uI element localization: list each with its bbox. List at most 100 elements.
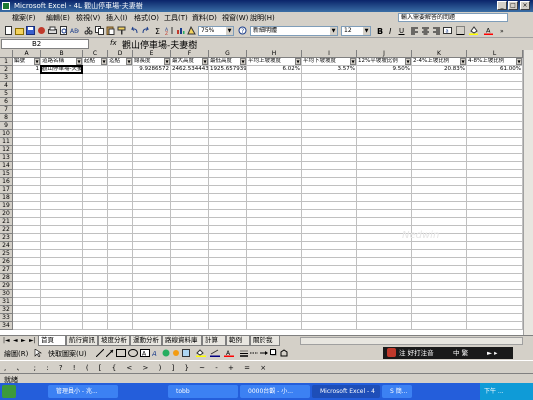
cell-j21[interactable]: [357, 218, 412, 226]
cell-e7[interactable]: [133, 106, 171, 114]
menu-view[interactable]: 檢視(V): [76, 13, 100, 23]
cell-b3[interactable]: [41, 74, 83, 82]
italic-icon[interactable]: I: [386, 26, 395, 35]
cell-d14[interactable]: [108, 162, 133, 170]
cell-h28[interactable]: [247, 274, 302, 282]
fill-color-icon[interactable]: [469, 26, 478, 35]
sheet-tab-1[interactable]: 首頁: [38, 336, 66, 346]
cell-k4[interactable]: [412, 82, 467, 90]
cell-j12[interactable]: [357, 146, 412, 154]
row-header-15[interactable]: 15: [0, 170, 13, 178]
cell-i13[interactable]: [302, 154, 357, 162]
cell-g9[interactable]: [209, 122, 247, 130]
system-tray[interactable]: 下午 ...: [480, 383, 533, 400]
cell-k29[interactable]: [412, 282, 467, 290]
cell-a19[interactable]: [13, 202, 41, 210]
row-header-13[interactable]: 13: [0, 154, 13, 162]
cell-g33[interactable]: [209, 314, 247, 322]
cell-h4[interactable]: [247, 82, 302, 90]
redo-icon[interactable]: [141, 26, 150, 35]
start-button[interactable]: [2, 385, 16, 398]
cell-h8[interactable]: [247, 114, 302, 122]
taskbar-item[interactable]: tobb: [168, 385, 238, 398]
cell-a5[interactable]: [13, 90, 41, 98]
cell-d2[interactable]: [108, 66, 133, 74]
cell-e32[interactable]: [133, 306, 171, 314]
cell-h17[interactable]: [247, 186, 302, 194]
cell-k17[interactable]: [412, 186, 467, 194]
save-icon[interactable]: [26, 26, 35, 35]
cell-e12[interactable]: [133, 146, 171, 154]
cell-h22[interactable]: [247, 226, 302, 234]
cell-c32[interactable]: [83, 306, 108, 314]
merge-center-icon[interactable]: a: [443, 26, 452, 35]
row-header-26[interactable]: 26: [0, 258, 13, 266]
cell-b27[interactable]: [41, 266, 83, 274]
cell-j6[interactable]: [357, 98, 412, 106]
cell-g2[interactable]: 1925.657939: [209, 66, 247, 74]
worksheet-grid[interactable]: A B C D E F G H I J K L 1 編號 ▼ 道路名稱 ▼ 起點 ▼ 迄點 ▼ 總長度 ▼ 最大高度 ▼ 最低高度…: [0, 50, 523, 335]
line-icon[interactable]: [96, 349, 104, 357]
cell-a33[interactable]: [13, 314, 41, 322]
cell-b28[interactable]: [41, 274, 83, 282]
cell-g22[interactable]: [209, 226, 247, 234]
cell-g26[interactable]: [209, 258, 247, 266]
cell-k26[interactable]: [412, 258, 467, 266]
cell-i9[interactable]: [302, 122, 357, 130]
taskbar-item[interactable]: 管理員小 - 兆...: [48, 385, 118, 398]
cell-c31[interactable]: [83, 298, 108, 306]
row-header-25[interactable]: 25: [0, 250, 13, 258]
insert-function-icon[interactable]: fx: [110, 39, 117, 47]
cell-g28[interactable]: [209, 274, 247, 282]
autofilter-dropdown-icon[interactable]: ▼: [76, 58, 82, 65]
cell-i29[interactable]: [302, 282, 357, 290]
cell-g18[interactable]: [209, 194, 247, 202]
cell-d28[interactable]: [108, 274, 133, 282]
cell-a16[interactable]: [13, 178, 41, 186]
rectangle-icon[interactable]: [116, 349, 126, 357]
cell-l32[interactable]: [467, 306, 523, 314]
cell-l2[interactable]: 61.00%: [467, 66, 523, 74]
cell-g13[interactable]: [209, 154, 247, 162]
cell-j27[interactable]: [357, 266, 412, 274]
cell-a2[interactable]: 1: [13, 66, 41, 74]
cell-k18[interactable]: [412, 194, 467, 202]
cell-c2[interactable]: [83, 66, 108, 74]
cell-g29[interactable]: [209, 282, 247, 290]
menu-tools[interactable]: 工具(T): [164, 13, 188, 23]
cell-j24[interactable]: [357, 242, 412, 250]
cell-l24[interactable]: [467, 242, 523, 250]
name-box[interactable]: B2: [1, 39, 89, 49]
cell-l13[interactable]: [467, 154, 523, 162]
cell-e33[interactable]: [133, 314, 171, 322]
cell-l20[interactable]: [467, 210, 523, 218]
cell-k11[interactable]: [412, 138, 467, 146]
cell-c30[interactable]: [83, 290, 108, 298]
taskbar-item-excel[interactable]: Microsoft Excel - 4: [312, 385, 380, 398]
cell-e22[interactable]: [133, 226, 171, 234]
cell-e11[interactable]: [133, 138, 171, 146]
cell-e29[interactable]: [133, 282, 171, 290]
cell-i12[interactable]: [302, 146, 357, 154]
cell-g25[interactable]: [209, 250, 247, 258]
cell-f31[interactable]: [171, 298, 209, 306]
menu-format[interactable]: 格式(O): [134, 13, 159, 23]
cell-d21[interactable]: [108, 218, 133, 226]
cell-b24[interactable]: [41, 242, 83, 250]
row-header-16[interactable]: 16: [0, 178, 13, 186]
cell-h19[interactable]: [247, 202, 302, 210]
cell-l4[interactable]: [467, 82, 523, 90]
cell-h32[interactable]: [247, 306, 302, 314]
cell-k20[interactable]: [412, 210, 467, 218]
column-header-b[interactable]: B: [41, 50, 83, 58]
column-header-l[interactable]: L: [467, 50, 523, 58]
row-header-20[interactable]: 20: [0, 210, 13, 218]
cell-i14[interactable]: [302, 162, 357, 170]
cell-g16[interactable]: [209, 178, 247, 186]
cell-e13[interactable]: [133, 154, 171, 162]
row-header-9[interactable]: 9: [0, 122, 13, 130]
align-center-icon[interactable]: [421, 26, 430, 35]
row-header-30[interactable]: 30: [0, 290, 13, 298]
cell-e4[interactable]: [133, 82, 171, 90]
cell-f27[interactable]: [171, 266, 209, 274]
